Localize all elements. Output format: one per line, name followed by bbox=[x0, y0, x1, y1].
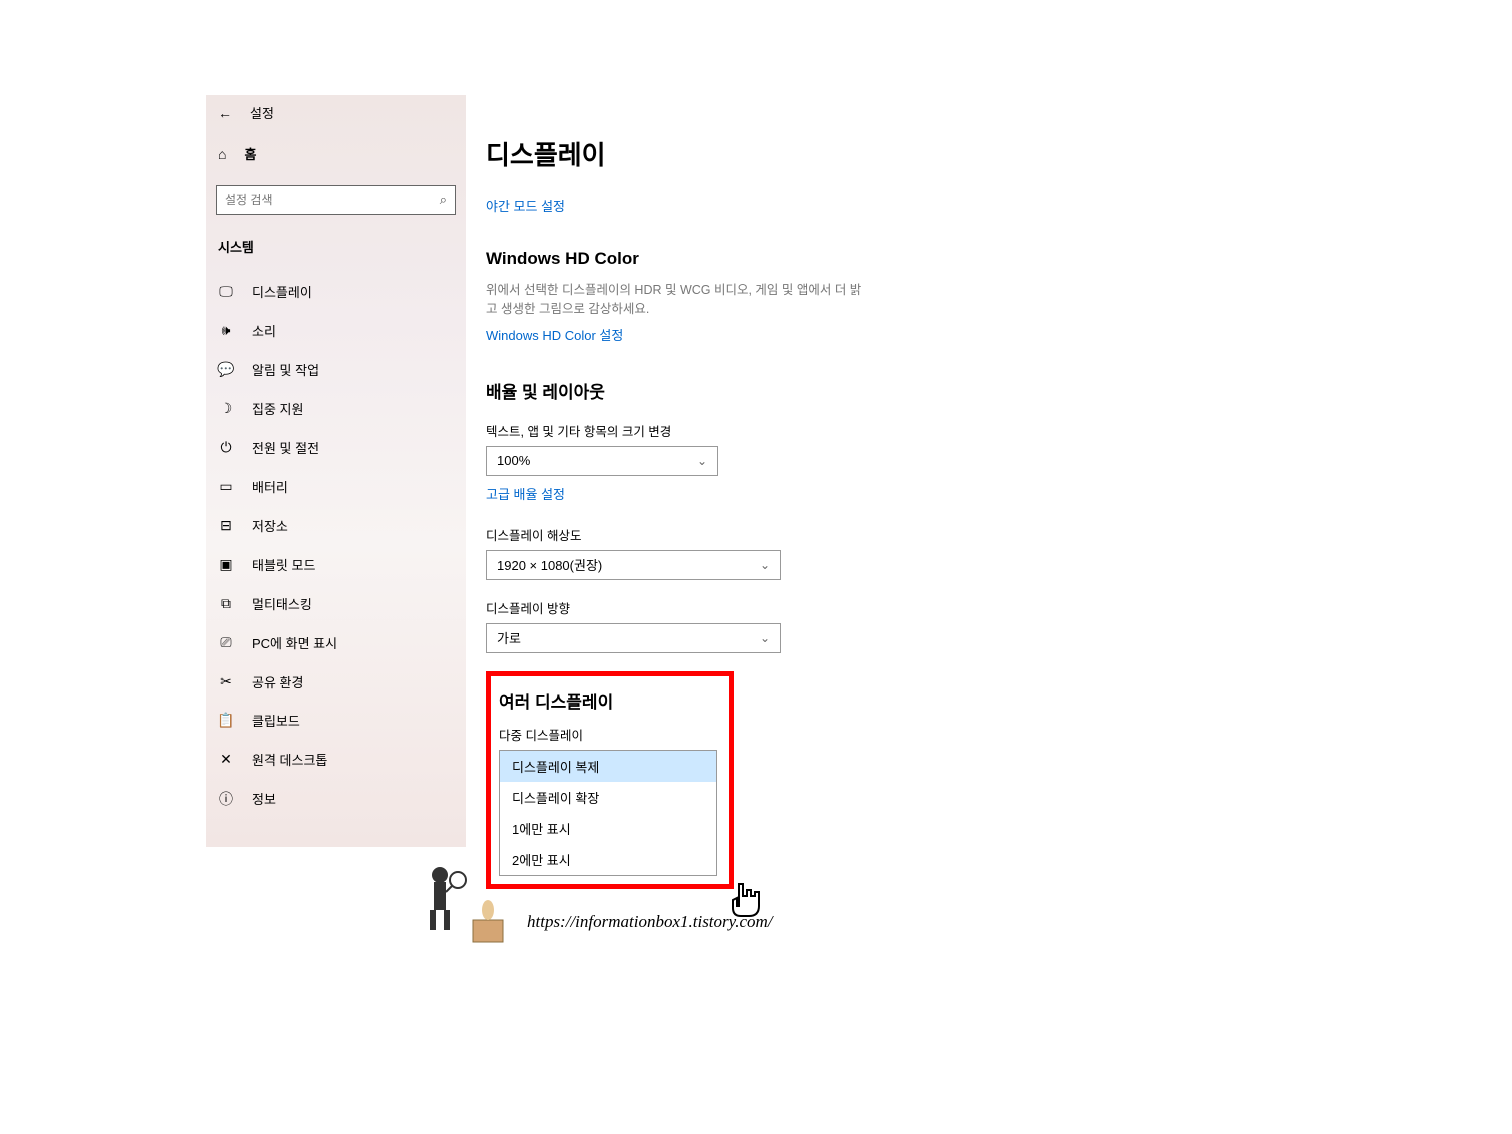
project-icon: ⎚ bbox=[218, 635, 234, 651]
chevron-down-icon: ⌄ bbox=[760, 631, 770, 645]
multitask-icon: ⧉ bbox=[218, 596, 234, 612]
nav-list: 🖵 디스플레이 🕪 소리 💬 알림 및 작업 ☽ 집중 지원 ⏻ 전원 및 절전 ▭ 배터리… bbox=[206, 262, 466, 818]
sidebar-item-label: 집중 지원 bbox=[252, 399, 303, 418]
hdcolor-link[interactable]: Windows HD Color 설정 bbox=[486, 325, 623, 344]
notify-icon: 💬 bbox=[218, 362, 234, 378]
display-icon: 🖵 bbox=[218, 284, 234, 300]
sidebar-item-label: 저장소 bbox=[252, 516, 288, 535]
text-scale-label: 텍스트, 앱 및 기타 항목의 크기 변경 bbox=[486, 421, 966, 440]
back-arrow-icon[interactable]: ← bbox=[218, 105, 232, 121]
sidebar-item-clipboard[interactable]: 📋 클립보드 bbox=[206, 701, 466, 740]
page-title: 디스플레이 bbox=[486, 135, 966, 172]
chevron-down-icon: ⌄ bbox=[760, 558, 770, 572]
info-icon: ⓘ bbox=[218, 791, 234, 807]
sidebar-item-display[interactable]: 🖵 디스플레이 bbox=[206, 272, 466, 311]
sidebar-item-multitask[interactable]: ⧉ 멀티태스킹 bbox=[206, 584, 466, 623]
scale-layout-title: 배율 및 레이아웃 bbox=[486, 378, 966, 403]
sidebar-item-share[interactable]: ✂ 공유 환경 bbox=[206, 662, 466, 701]
sidebar-item-about[interactable]: ⓘ 정보 bbox=[206, 779, 466, 818]
select-value: 가로 bbox=[497, 628, 521, 647]
chevron-down-icon: ⌄ bbox=[697, 454, 707, 468]
sidebar-item-notifications[interactable]: 💬 알림 및 작업 bbox=[206, 350, 466, 389]
sidebar-item-label: 디스플레이 bbox=[252, 282, 312, 301]
hdcolor-title: Windows HD Color bbox=[486, 249, 966, 269]
hdcolor-desc: 위에서 선택한 디스플레이의 HDR 및 WCG 비디오, 게임 및 앱에서 더… bbox=[486, 281, 866, 319]
clipboard-icon: 📋 bbox=[218, 713, 234, 729]
advanced-scale-link[interactable]: 고급 배율 설정 bbox=[486, 484, 565, 503]
multi-display-label: 다중 디스플레이 bbox=[499, 725, 721, 744]
search-box[interactable]: ⌕ bbox=[216, 185, 456, 215]
footer-url: https://informationbox1.tistory.com/ bbox=[527, 912, 773, 932]
sidebar-item-label: 태블릿 모드 bbox=[252, 555, 315, 574]
dropdown-option-only2[interactable]: 2에만 표시 bbox=[500, 844, 716, 875]
night-mode-link[interactable]: 야간 모드 설정 bbox=[486, 196, 565, 215]
home-label: 홈 bbox=[244, 144, 256, 163]
sidebar-title: 설정 bbox=[250, 103, 274, 122]
tablet-icon: ▣ bbox=[218, 557, 234, 573]
sidebar-item-tablet[interactable]: ▣ 태블릿 모드 bbox=[206, 545, 466, 584]
home-icon: ⌂ bbox=[218, 146, 226, 162]
orientation-select[interactable]: 가로 ⌄ bbox=[486, 623, 781, 653]
sidebar-item-label: 정보 bbox=[252, 789, 276, 808]
main-content: 디스플레이 야간 모드 설정 Windows HD Color 위에서 선택한 … bbox=[466, 95, 966, 889]
select-value: 1920 × 1080(권장) bbox=[497, 555, 602, 574]
sidebar-item-label: 알림 및 작업 bbox=[252, 360, 319, 379]
sidebar-item-label: PC에 화면 표시 bbox=[252, 633, 337, 652]
settings-sidebar: ← 설정 ⌂ 홈 ⌕ 시스템 🖵 디스플레이 🕪 소리 💬 알림 및 작업 ☽ 집중 지… bbox=[206, 95, 466, 847]
sidebar-item-battery[interactable]: ▭ 배터리 bbox=[206, 467, 466, 506]
resolution-label: 디스플레이 해상도 bbox=[486, 525, 966, 544]
footer-illustration-icon bbox=[418, 860, 518, 950]
dropdown-option-only1[interactable]: 1에만 표시 bbox=[500, 813, 716, 844]
power-icon: ⏻ bbox=[218, 440, 234, 456]
text-scale-select[interactable]: 100% ⌄ bbox=[486, 446, 718, 476]
search-input[interactable] bbox=[225, 193, 440, 207]
sidebar-item-remote[interactable]: ✕ 원격 데스크톱 bbox=[206, 740, 466, 779]
dropdown-option-duplicate[interactable]: 디스플레이 복제 bbox=[500, 751, 716, 782]
sidebar-item-sound[interactable]: 🕪 소리 bbox=[206, 311, 466, 350]
share-icon: ✂ bbox=[218, 674, 234, 690]
sidebar-item-storage[interactable]: ⊟ 저장소 bbox=[206, 506, 466, 545]
multi-display-highlight: 여러 디스플레이 다중 디스플레이 디스플레이 복제 디스플레이 확장 1에만 … bbox=[486, 671, 734, 889]
sidebar-section-label: 시스템 bbox=[206, 223, 466, 262]
battery-icon: ▭ bbox=[218, 479, 234, 495]
sidebar-item-label: 공유 환경 bbox=[252, 672, 303, 691]
multi-display-dropdown[interactable]: 디스플레이 복제 디스플레이 확장 1에만 표시 2에만 표시 bbox=[499, 750, 717, 876]
orientation-label: 디스플레이 방향 bbox=[486, 598, 966, 617]
resolution-select[interactable]: 1920 × 1080(권장) ⌄ bbox=[486, 550, 781, 580]
sidebar-item-label: 전원 및 절전 bbox=[252, 438, 319, 457]
sidebar-item-label: 원격 데스크톱 bbox=[252, 750, 327, 769]
sidebar-item-label: 멀티태스킹 bbox=[252, 594, 312, 613]
multi-display-title: 여러 디스플레이 bbox=[499, 688, 721, 713]
sidebar-item-label: 배터리 bbox=[252, 477, 288, 496]
sidebar-item-label: 클립보드 bbox=[252, 711, 300, 730]
focus-icon: ☽ bbox=[218, 401, 234, 417]
sidebar-item-power[interactable]: ⏻ 전원 및 절전 bbox=[206, 428, 466, 467]
storage-icon: ⊟ bbox=[218, 518, 234, 534]
sidebar-item-focus[interactable]: ☽ 집중 지원 bbox=[206, 389, 466, 428]
sidebar-item-label: 소리 bbox=[252, 321, 276, 340]
dropdown-option-extend[interactable]: 디스플레이 확장 bbox=[500, 782, 716, 813]
sidebar-item-project[interactable]: ⎚ PC에 화면 표시 bbox=[206, 623, 466, 662]
select-value: 100% bbox=[497, 453, 530, 468]
sound-icon: 🕪 bbox=[218, 323, 234, 339]
remote-icon: ✕ bbox=[218, 752, 234, 768]
search-icon: ⌕ bbox=[440, 192, 447, 208]
home-nav[interactable]: ⌂ 홈 bbox=[206, 130, 466, 177]
